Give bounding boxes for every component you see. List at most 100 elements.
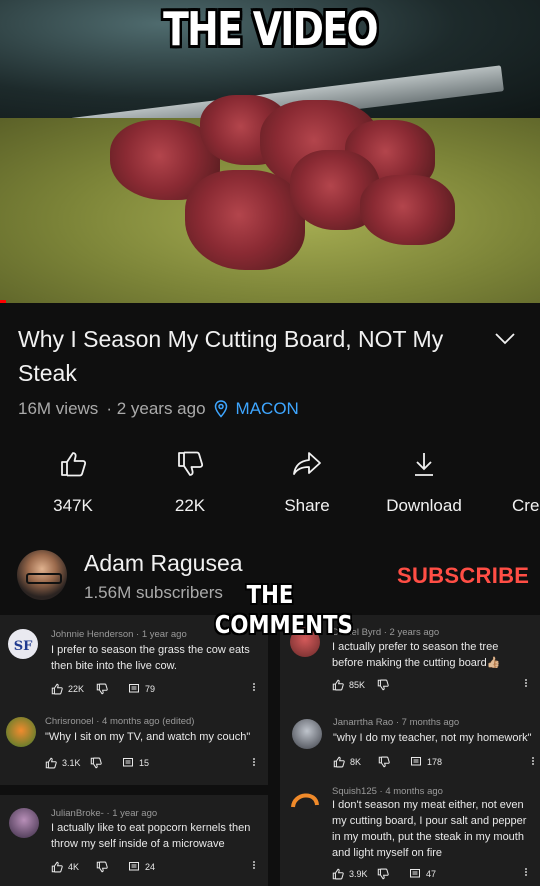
reply-icon[interactable] [128, 683, 140, 695]
action-bar: 347K 22K Share Download Cre [0, 450, 540, 520]
reply-icon[interactable] [128, 861, 140, 873]
thumbs-down-icon [178, 451, 204, 476]
comment-author[interactable]: JulianBroke- [51, 808, 104, 819]
comments-overlay-line1: THE [246, 580, 294, 609]
channel-avatar[interactable] [17, 550, 67, 600]
comment-avatar[interactable] [290, 785, 320, 815]
comment-avatar[interactable] [292, 719, 322, 749]
download-icon [415, 453, 433, 476]
thumbs-up-icon[interactable] [332, 868, 344, 880]
reply-icon[interactable] [409, 868, 421, 880]
reply-icon[interactable] [122, 757, 134, 769]
comment-like-count: 22K [68, 684, 85, 694]
comment-like-count: 3.9K [349, 869, 368, 879]
comment-meta: Chrisronoel · 4 months ago (edited) [45, 716, 194, 727]
video-progress-bar[interactable] [0, 300, 6, 303]
video-overlay-caption: THE VIDEO [163, 2, 378, 56]
comment-text: "why I do my teacher, not my homework" [333, 732, 532, 744]
thumbs-down-icon[interactable] [96, 683, 108, 695]
create-label: Cre [512, 496, 540, 515]
comment-author[interactable]: Chrisronoel [45, 716, 94, 727]
comment-avatar[interactable] [9, 808, 39, 838]
comment-reply-count: 47 [426, 869, 437, 879]
thumbs-down-icon[interactable] [377, 679, 389, 691]
comment-like-count: 4K [68, 862, 80, 872]
more-options-icon[interactable] [525, 867, 528, 877]
comment-reply-count: 24 [145, 862, 156, 872]
thumbs-up-icon[interactable] [333, 756, 345, 768]
more-options-icon[interactable] [525, 678, 528, 688]
subscriber-count: 1.56M subscribers [84, 583, 223, 602]
thumbs-down-icon[interactable] [377, 868, 389, 880]
comment-text: I prefer to season the grass the cow eat… [51, 644, 250, 672]
comment-meta: Janarrtha Rao · 7 months ago [333, 717, 459, 728]
like-count: 347K [53, 496, 93, 515]
video-title[interactable]: Why I Season My Cutting Board, NOT My St… [18, 322, 468, 390]
location-label: MACON [235, 399, 299, 418]
scissors-icon [526, 450, 540, 478]
comment-age: · 1 year ago [136, 629, 187, 640]
thumbs-down-icon[interactable] [90, 757, 102, 769]
comment-avatar[interactable] [6, 717, 36, 747]
location-link[interactable]: MACON [214, 399, 299, 419]
comment-avatar[interactable]: SF [8, 629, 38, 659]
comment-age: · 4 months ago [379, 786, 443, 797]
comment-meta: JulianBroke- · 1 year ago [51, 808, 157, 819]
comment-text: I don't season my meat either, not even … [332, 799, 527, 859]
comment-author[interactable]: Johnnie Henderson [51, 629, 133, 640]
sf-logo-icon: SF [14, 639, 33, 654]
comment-meta: Johnnie Henderson · 1 year ago [51, 629, 187, 640]
location-pin-icon [214, 400, 227, 418]
share-button[interactable]: Share [257, 450, 357, 516]
comment-like-count: 85K [349, 680, 366, 690]
svg-text:SF: SF [14, 639, 33, 654]
comment-age: · 4 months ago (edited) [96, 716, 195, 727]
thumbs-up-icon[interactable] [51, 861, 63, 873]
thumbs-up-icon [61, 452, 87, 477]
channel-name[interactable]: Adam Ragusea [84, 550, 243, 577]
comment-text: I actually prefer to season the tree bef… [332, 641, 501, 669]
more-options-icon[interactable] [532, 756, 535, 766]
comment-card: Janarrtha Rao · 7 months ago "why I do m… [280, 705, 540, 775]
comment-card: JulianBroke- · 1 year ago I actually lik… [0, 795, 268, 886]
more-options-icon[interactable] [253, 860, 256, 870]
download-button[interactable]: Download [374, 450, 474, 516]
thumbs-up-icon[interactable] [45, 757, 57, 769]
chevron-down-icon[interactable] [494, 330, 516, 346]
comment-actions: 3.9K 47 [332, 868, 436, 880]
comments-overlay-line2: COMMENTS [214, 610, 353, 639]
comment-author[interactable]: Squish125 [332, 786, 377, 797]
video-player[interactable]: THE VIDEO [0, 0, 540, 303]
comment-age: · 7 months ago [395, 717, 460, 728]
steak-piece [360, 175, 455, 245]
comment-card: Squish125 · 4 months ago I don't season … [280, 775, 540, 886]
thumbs-down-icon[interactable] [378, 756, 390, 768]
comment-meta: Squish125 · 4 months ago [332, 786, 443, 797]
comment-reply-count: 15 [139, 758, 150, 768]
view-count: 16M views [18, 399, 99, 418]
comment-age: · 1 year ago [106, 808, 158, 819]
reply-icon[interactable] [410, 756, 422, 768]
more-options-icon[interactable] [253, 757, 256, 767]
comment-actions: 85K [332, 679, 394, 691]
thumbs-up-icon[interactable] [332, 679, 344, 691]
thumbs-up-icon[interactable] [51, 683, 63, 695]
more-options-icon[interactable] [253, 682, 256, 692]
thumbs-down-icon[interactable] [96, 861, 108, 873]
swirl-logo-icon [291, 793, 319, 808]
subscribe-button[interactable]: SUBSCRIBE [397, 563, 529, 589]
create-button[interactable]: Cre [490, 450, 540, 516]
comment-reply-count: 79 [145, 684, 156, 694]
comment-actions: 22K 79 [51, 683, 155, 695]
steak-piece [185, 170, 305, 270]
video-meta: 16M views · 2 years ago MACON [18, 399, 299, 419]
like-button[interactable]: 347K [23, 450, 123, 516]
comments-overlay-caption: THE COMMENTS [214, 580, 353, 640]
comment-author[interactable]: Janarrtha Rao [333, 717, 393, 728]
comment-like-count: 8K [350, 757, 362, 767]
dislike-button[interactable]: 22K [140, 450, 240, 516]
upload-age: · 2 years ago [106, 399, 206, 418]
comment-actions: 8K 178 [333, 756, 442, 768]
comment-actions: 3.1K 15 [45, 757, 149, 769]
share-icon [293, 452, 321, 475]
